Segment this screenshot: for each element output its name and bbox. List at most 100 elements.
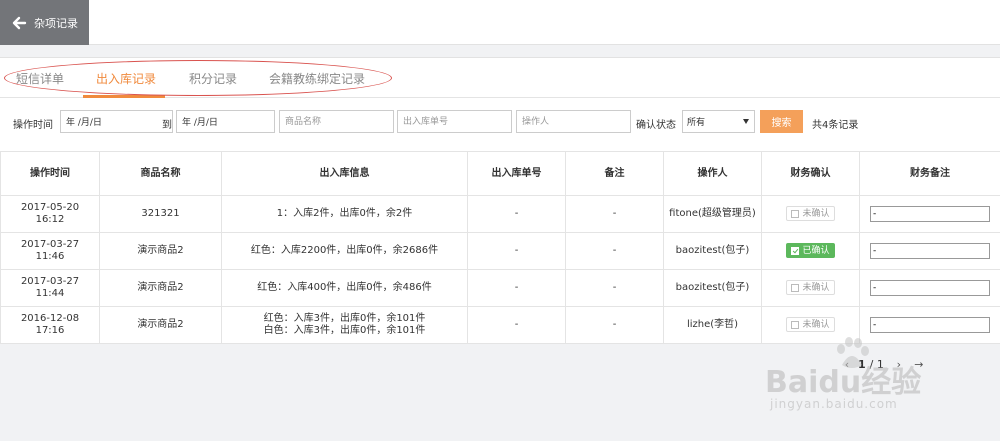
finance-confirm-toggle[interactable]: 已确认: [786, 243, 835, 259]
table-row: 2017-05-20 16:12 321321 1：入库2件，出库0件，余2件 - - f…: [0, 195, 1000, 233]
confirm-status-label: 确认状态: [636, 120, 676, 131]
cell-remark: -: [565, 195, 664, 233]
finance-confirm-toggle[interactable]: 未确认: [786, 206, 835, 222]
tab-coach-binding-records[interactable]: 会籍教练绑定记录: [269, 70, 365, 87]
cell-finance-remark: [859, 232, 1000, 270]
table-header-row: 操作时间 商品名称 出入库信息 出入库单号 备注 操作人 财务确认 财务备注: [0, 151, 1000, 196]
cell-info: 1：入库2件，出库0件，余2件: [221, 195, 468, 233]
cell-finance-remark: [859, 306, 1000, 344]
cell-finance-remark: [859, 269, 1000, 307]
finance-confirm-label: 未确认: [802, 319, 830, 330]
time-value: 2017-03-27 11:44: [20, 276, 80, 299]
time-value: 2017-03-27 11:46: [20, 239, 80, 262]
order-number-input[interactable]: [397, 110, 512, 133]
record-count: 共4条记录: [812, 120, 859, 131]
top-bar: 杂项记录: [0, 0, 1000, 45]
info-value: 红色：入库400件，出库0件，余486件: [257, 282, 432, 293]
to-label: 到: [162, 120, 172, 131]
search-button[interactable]: 搜索: [760, 110, 803, 133]
filter-bar: 操作时间 年 /月/日 到 年 /月/日 确认状态 所有 搜索 共4条记录: [0, 110, 1000, 134]
info-value: 1：入库2件，出库0件，余2件: [276, 208, 413, 219]
col-header-finance-confirm: 财务确认: [761, 151, 860, 196]
cell-time: 2017-03-27 11:46: [0, 232, 100, 270]
finance-remark-input[interactable]: [870, 280, 990, 296]
finance-remark-input[interactable]: [870, 243, 990, 259]
col-header-time: 操作时间: [0, 151, 100, 196]
col-header-finance-remark: 财务备注: [859, 151, 1000, 196]
date-to-value: 年 /月/日: [182, 118, 218, 128]
finance-remark-input[interactable]: [870, 317, 990, 333]
checkbox-icon: [791, 320, 800, 329]
cell-finance-confirm: 未确认: [761, 306, 860, 344]
cell-finance-confirm: 已确认: [761, 232, 860, 270]
cell-info: 红色：入库400件，出库0件，余486件: [221, 269, 468, 307]
product-name-input[interactable]: [279, 110, 394, 133]
cell-product: 演示商品2: [99, 306, 222, 344]
arrow-left-icon: [12, 16, 27, 29]
time-label: 操作时间: [13, 120, 53, 131]
active-tab-indicator: [83, 95, 165, 98]
prev-page-icon[interactable]: ‹: [840, 357, 854, 371]
checkbox-icon: [791, 209, 800, 218]
table-row: 2016-12-08 17:16 演示商品2 红色：入库3件，出库0件，余101件 …: [0, 306, 1000, 344]
col-header-remark: 备注: [565, 151, 664, 196]
back-button[interactable]: 杂项记录: [0, 0, 89, 45]
cell-order-no: -: [467, 306, 566, 344]
cell-remark: -: [565, 232, 664, 270]
date-from-input[interactable]: 年 /月/日: [60, 110, 173, 133]
cell-time: 2016-12-08 17:16: [0, 306, 100, 344]
table-row: 2017-03-27 11:46 演示商品2 红色：入库2200件，出库0件，余26…: [0, 232, 1000, 270]
cell-finance-confirm: 未确认: [761, 195, 860, 233]
info-value: 红色：入库2200件，出库0件，余2686件: [250, 245, 439, 256]
checkbox-icon: [791, 246, 800, 255]
current-page[interactable]: 1: [858, 358, 866, 371]
info-value: 红色：入库3件，出库0件，余101件 白色：入库3件，出库0件，余101件: [263, 313, 426, 336]
tab-sms-details[interactable]: 短信详单: [16, 70, 64, 87]
cell-remark: -: [565, 269, 664, 307]
finance-confirm-label: 未确认: [802, 208, 830, 219]
time-value: 2016-12-08 17:16: [20, 313, 80, 336]
cell-operator: lizhe(李哲): [663, 306, 762, 344]
col-header-info: 出入库信息: [221, 151, 468, 196]
main-panel: 短信详单 出入库记录 积分记录 会籍教练绑定记录 操作时间 年 /月/日 到 年…: [0, 57, 1000, 344]
tab-bar: 短信详单 出入库记录 积分记录 会籍教练绑定记录: [0, 58, 1000, 98]
cell-order-no: -: [467, 232, 566, 270]
chevron-down-icon: [743, 119, 749, 124]
finance-confirm-label: 未确认: [802, 282, 830, 293]
table-body: 2017-05-20 16:12 321321 1：入库2件，出库0件，余2件 - - f…: [0, 195, 1000, 344]
time-value: 2017-05-20 16:12: [20, 202, 80, 225]
tab-stock-records[interactable]: 出入库记录: [96, 70, 156, 87]
cell-operator: baozitest(包子): [663, 269, 762, 307]
finance-confirm-label: 已确认: [802, 245, 830, 256]
cell-order-no: -: [467, 195, 566, 233]
pagination: ‹ 1 / 1 › →: [840, 355, 926, 373]
date-to-input[interactable]: 年 /月/日: [176, 110, 275, 133]
cell-finance-confirm: 未确认: [761, 269, 860, 307]
col-header-operator: 操作人: [663, 151, 762, 196]
cell-operator: fitone(超级管理员): [663, 195, 762, 233]
cell-product: 321321: [99, 195, 222, 233]
confirm-status-select[interactable]: 所有: [682, 110, 755, 133]
cell-info: 红色：入库3件，出库0件，余101件 白色：入库3件，出库0件，余101件: [221, 306, 468, 344]
tab-points-records[interactable]: 积分记录: [189, 70, 237, 87]
cell-operator: baozitest(包子): [663, 232, 762, 270]
operator-input[interactable]: [516, 110, 631, 133]
cell-remark: -: [565, 306, 664, 344]
cell-product: 演示商品2: [99, 232, 222, 270]
date-from-value: 年 /月/日: [66, 118, 102, 128]
records-table: 操作时间 商品名称 出入库信息 出入库单号 备注 操作人 财务确认 财务备注 2…: [0, 151, 1000, 344]
confirm-status-value: 所有: [687, 118, 706, 128]
watermark-url: jingyan.baidu.com: [770, 397, 898, 411]
checkbox-icon: [791, 283, 800, 292]
finance-remark-input[interactable]: [870, 206, 990, 222]
total-pages: / 1: [869, 357, 884, 371]
back-button-label: 杂项记录: [34, 16, 78, 30]
last-page-icon[interactable]: →: [912, 357, 926, 371]
cell-info: 红色：入库2200件，出库0件，余2686件: [221, 232, 468, 270]
finance-confirm-toggle[interactable]: 未确认: [786, 317, 835, 333]
cell-time: 2017-05-20 16:12: [0, 195, 100, 233]
cell-finance-remark: [859, 195, 1000, 233]
col-header-order-no: 出入库单号: [467, 151, 566, 196]
next-page-icon[interactable]: ›: [892, 357, 906, 371]
finance-confirm-toggle[interactable]: 未确认: [786, 280, 835, 296]
